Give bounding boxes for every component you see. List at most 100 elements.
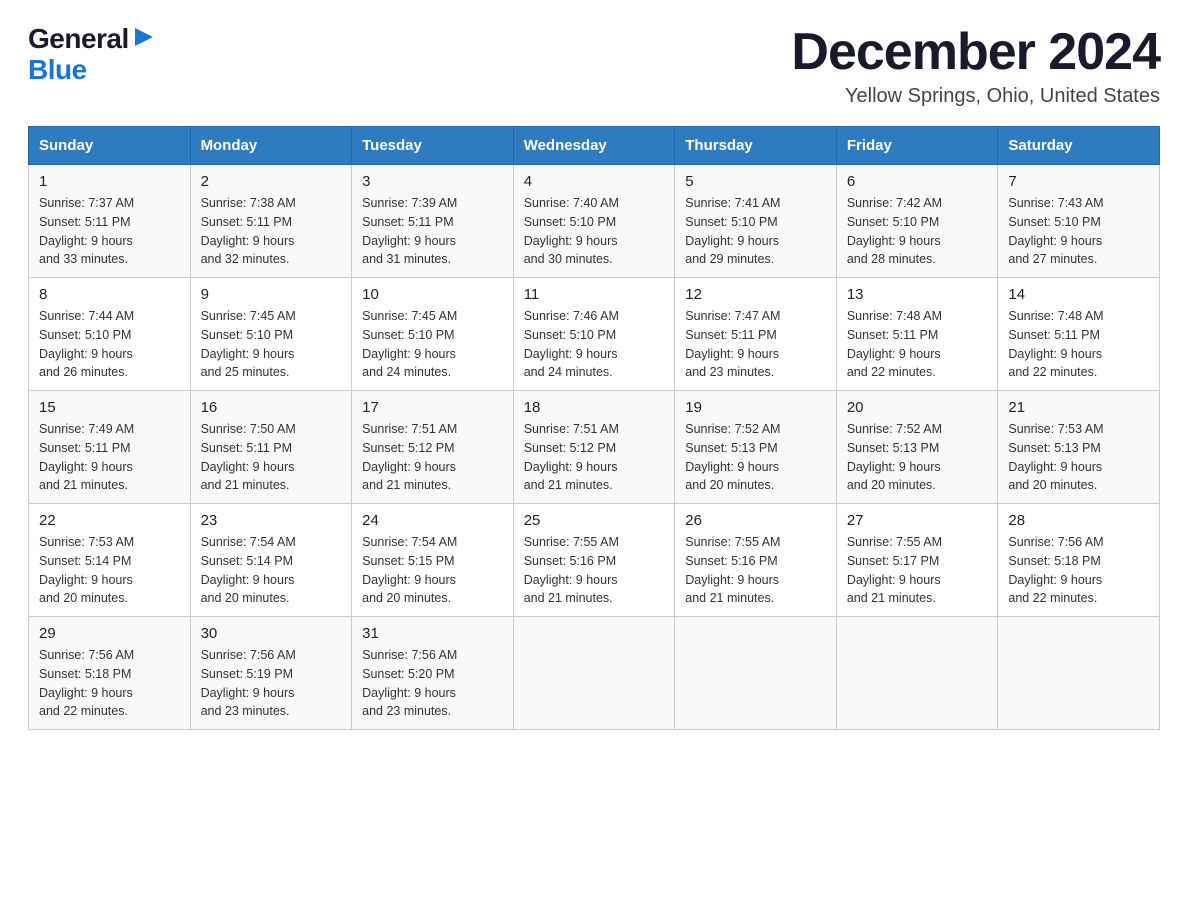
day-info: Sunrise: 7:56 AMSunset: 5:19 PMDaylight:… xyxy=(201,648,296,718)
calendar-header-row: Sunday Monday Tuesday Wednesday Thursday… xyxy=(29,127,1160,165)
logo-general-text: General xyxy=(28,24,129,55)
calendar-week-row: 22 Sunrise: 7:53 AMSunset: 5:14 PMDayligh… xyxy=(29,504,1160,617)
day-info: Sunrise: 7:54 AMSunset: 5:14 PMDaylight:… xyxy=(201,535,296,605)
calendar-week-row: 29 Sunrise: 7:56 AMSunset: 5:18 PMDayligh… xyxy=(29,617,1160,730)
day-info: Sunrise: 7:55 AMSunset: 5:17 PMDaylight:… xyxy=(847,535,942,605)
calendar-cell: 8 Sunrise: 7:44 AMSunset: 5:10 PMDaylight… xyxy=(29,278,191,391)
calendar-cell: 16 Sunrise: 7:50 AMSunset: 5:11 PMDayligh… xyxy=(190,391,352,504)
calendar-title: December 2024 xyxy=(791,24,1160,81)
day-number: 9 xyxy=(201,286,342,303)
header-tuesday: Tuesday xyxy=(352,127,514,165)
day-info: Sunrise: 7:51 AMSunset: 5:12 PMDaylight:… xyxy=(362,422,457,492)
calendar-cell: 30 Sunrise: 7:56 AMSunset: 5:19 PMDayligh… xyxy=(190,617,352,730)
day-number: 21 xyxy=(1008,399,1149,416)
calendar-cell: 18Sunrise: 7:51 AMSunset: 5:12 PMDayligh… xyxy=(513,391,675,504)
day-number: 19 xyxy=(685,399,826,416)
day-number: 29 xyxy=(39,625,180,642)
day-info: Sunrise: 7:49 AMSunset: 5:11 PMDaylight:… xyxy=(39,422,134,492)
day-number: 31 xyxy=(362,625,503,642)
day-number: 1 xyxy=(39,173,180,190)
day-number: 3 xyxy=(362,173,503,190)
day-number: 15 xyxy=(39,399,180,416)
calendar-cell xyxy=(675,617,837,730)
day-number: 14 xyxy=(1008,286,1149,303)
day-number: 25 xyxy=(524,512,665,529)
day-info: Sunrise: 7:37 AMSunset: 5:11 PMDaylight:… xyxy=(39,196,134,266)
day-info: Sunrise: 7:56 AMSunset: 5:18 PMDaylight:… xyxy=(39,648,134,718)
day-info: Sunrise: 7:45 AMSunset: 5:10 PMDaylight:… xyxy=(201,309,296,379)
day-info: Sunrise: 7:53 AMSunset: 5:14 PMDaylight:… xyxy=(39,535,134,605)
day-number: 12 xyxy=(685,286,826,303)
calendar-subtitle: Yellow Springs, Ohio, United States xyxy=(791,85,1160,108)
calendar-cell: 19Sunrise: 7:52 AMSunset: 5:13 PMDayligh… xyxy=(675,391,837,504)
calendar-cell: 14 Sunrise: 7:48 AMSunset: 5:11 PMDayligh… xyxy=(998,278,1160,391)
day-number: 7 xyxy=(1008,173,1149,190)
title-block: December 2024 Yellow Springs, Ohio, Unit… xyxy=(791,24,1160,108)
day-info: Sunrise: 7:47 AMSunset: 5:11 PMDaylight:… xyxy=(685,309,780,379)
logo-arrow-icon xyxy=(133,26,155,48)
day-info: Sunrise: 7:45 AMSunset: 5:10 PMDaylight:… xyxy=(362,309,457,379)
page-header: General Blue December 2024 Yellow Spring… xyxy=(28,24,1160,108)
day-info: Sunrise: 7:55 AMSunset: 5:16 PMDaylight:… xyxy=(524,535,619,605)
calendar-cell xyxy=(998,617,1160,730)
day-info: Sunrise: 7:56 AMSunset: 5:20 PMDaylight:… xyxy=(362,648,457,718)
day-info: Sunrise: 7:53 AMSunset: 5:13 PMDaylight:… xyxy=(1008,422,1103,492)
calendar-cell: 27 Sunrise: 7:55 AMSunset: 5:17 PMDayligh… xyxy=(836,504,998,617)
calendar-cell xyxy=(513,617,675,730)
day-number: 24 xyxy=(362,512,503,529)
calendar-cell: 21 Sunrise: 7:53 AMSunset: 5:13 PMDayligh… xyxy=(998,391,1160,504)
header-friday: Friday xyxy=(836,127,998,165)
day-info: Sunrise: 7:55 AMSunset: 5:16 PMDaylight:… xyxy=(685,535,780,605)
calendar-cell: 20Sunrise: 7:52 AMSunset: 5:13 PMDayligh… xyxy=(836,391,998,504)
calendar-cell xyxy=(836,617,998,730)
calendar-cell: 28Sunrise: 7:56 AMSunset: 5:18 PMDayligh… xyxy=(998,504,1160,617)
header-saturday: Saturday xyxy=(998,127,1160,165)
calendar-cell: 2Sunrise: 7:38 AMSunset: 5:11 PMDaylight… xyxy=(190,165,352,278)
calendar-week-row: 15 Sunrise: 7:49 AMSunset: 5:11 PMDayligh… xyxy=(29,391,1160,504)
calendar-table: Sunday Monday Tuesday Wednesday Thursday… xyxy=(28,126,1160,730)
day-info: Sunrise: 7:40 AMSunset: 5:10 PMDaylight:… xyxy=(524,196,619,266)
day-info: Sunrise: 7:48 AMSunset: 5:11 PMDaylight:… xyxy=(847,309,942,379)
day-info: Sunrise: 7:48 AMSunset: 5:11 PMDaylight:… xyxy=(1008,309,1103,379)
header-thursday: Thursday xyxy=(675,127,837,165)
day-number: 22 xyxy=(39,512,180,529)
day-info: Sunrise: 7:42 AMSunset: 5:10 PMDaylight:… xyxy=(847,196,942,266)
calendar-cell: 6Sunrise: 7:42 AMSunset: 5:10 PMDaylight… xyxy=(836,165,998,278)
calendar-cell: 29 Sunrise: 7:56 AMSunset: 5:18 PMDayligh… xyxy=(29,617,191,730)
day-number: 4 xyxy=(524,173,665,190)
header-sunday: Sunday xyxy=(29,127,191,165)
calendar-cell: 15 Sunrise: 7:49 AMSunset: 5:11 PMDayligh… xyxy=(29,391,191,504)
day-info: Sunrise: 7:52 AMSunset: 5:13 PMDaylight:… xyxy=(847,422,942,492)
day-number: 27 xyxy=(847,512,988,529)
logo: General Blue xyxy=(28,24,155,86)
day-info: Sunrise: 7:51 AMSunset: 5:12 PMDaylight:… xyxy=(524,422,619,492)
calendar-cell: 23Sunrise: 7:54 AMSunset: 5:14 PMDayligh… xyxy=(190,504,352,617)
calendar-cell: 24Sunrise: 7:54 AMSunset: 5:15 PMDayligh… xyxy=(352,504,514,617)
day-info: Sunrise: 7:44 AMSunset: 5:10 PMDaylight:… xyxy=(39,309,134,379)
day-info: Sunrise: 7:46 AMSunset: 5:10 PMDaylight:… xyxy=(524,309,619,379)
day-number: 5 xyxy=(685,173,826,190)
header-wednesday: Wednesday xyxy=(513,127,675,165)
day-info: Sunrise: 7:43 AMSunset: 5:10 PMDaylight:… xyxy=(1008,196,1103,266)
calendar-cell: 5Sunrise: 7:41 AMSunset: 5:10 PMDaylight… xyxy=(675,165,837,278)
day-number: 16 xyxy=(201,399,342,416)
logo-blue-text: Blue xyxy=(28,55,87,86)
header-monday: Monday xyxy=(190,127,352,165)
day-info: Sunrise: 7:50 AMSunset: 5:11 PMDaylight:… xyxy=(201,422,296,492)
day-number: 17 xyxy=(362,399,503,416)
day-number: 10 xyxy=(362,286,503,303)
calendar-week-row: 1 Sunrise: 7:37 AMSunset: 5:11 PMDaylight… xyxy=(29,165,1160,278)
day-number: 13 xyxy=(847,286,988,303)
day-number: 30 xyxy=(201,625,342,642)
day-info: Sunrise: 7:39 AMSunset: 5:11 PMDaylight:… xyxy=(362,196,457,266)
day-number: 8 xyxy=(39,286,180,303)
calendar-cell: 1 Sunrise: 7:37 AMSunset: 5:11 PMDaylight… xyxy=(29,165,191,278)
day-number: 28 xyxy=(1008,512,1149,529)
day-info: Sunrise: 7:38 AMSunset: 5:11 PMDaylight:… xyxy=(201,196,296,266)
calendar-cell: 4 Sunrise: 7:40 AMSunset: 5:10 PMDaylight… xyxy=(513,165,675,278)
calendar-cell: 17 Sunrise: 7:51 AMSunset: 5:12 PMDayligh… xyxy=(352,391,514,504)
calendar-cell: 7 Sunrise: 7:43 AMSunset: 5:10 PMDaylight… xyxy=(998,165,1160,278)
calendar-cell: 12 Sunrise: 7:47 AMSunset: 5:11 PMDayligh… xyxy=(675,278,837,391)
calendar-cell: 31 Sunrise: 7:56 AMSunset: 5:20 PMDayligh… xyxy=(352,617,514,730)
calendar-cell: 3 Sunrise: 7:39 AMSunset: 5:11 PMDaylight… xyxy=(352,165,514,278)
